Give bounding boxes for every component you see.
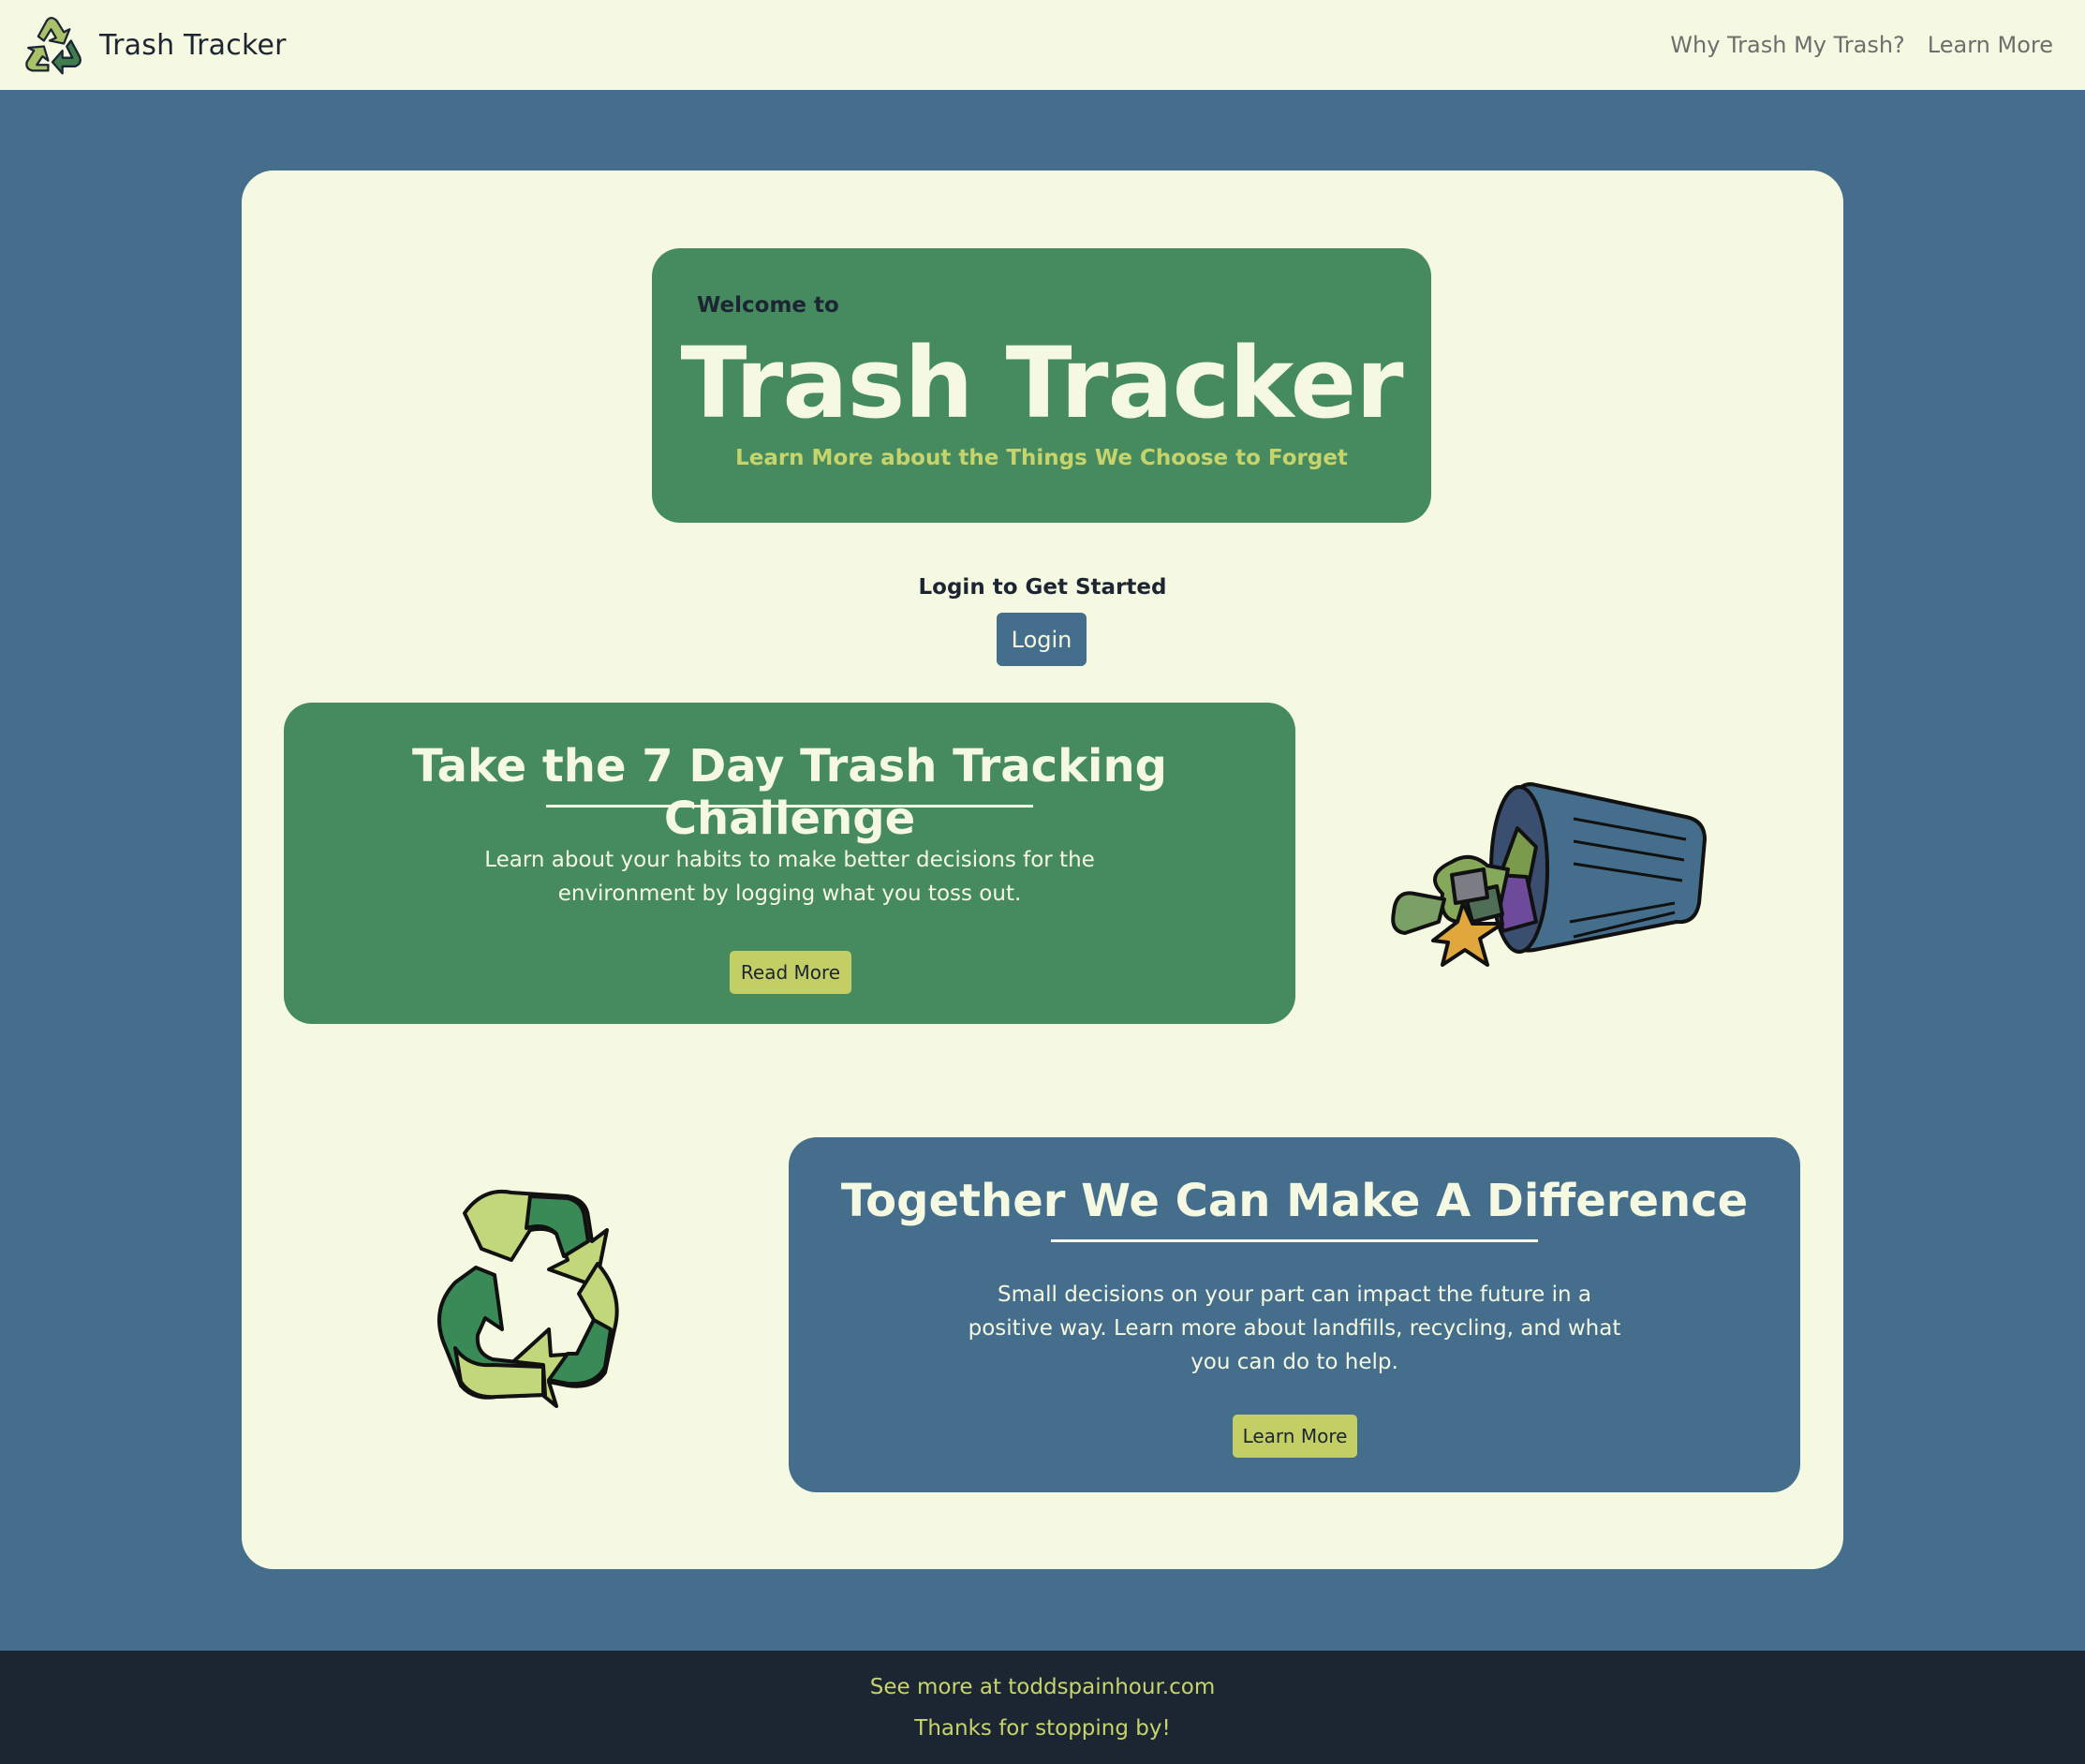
challenge-body-line: Learn about your habits to make better d… — [484, 848, 1095, 872]
trashcan-icon — [1391, 782, 1707, 967]
challenge-body: Learn about your habits to make better d… — [284, 843, 1295, 911]
learn-more-button[interactable]: Learn More — [1233, 1415, 1357, 1458]
difference-body-line: positive way. Learn more about landfills… — [968, 1316, 1621, 1341]
nav-links: Why Trash My Trash? Learn More — [1670, 32, 2053, 58]
recycle-icon — [437, 1190, 619, 1408]
difference-body-line: Small decisions on your part can impact … — [998, 1282, 1591, 1307]
nav-link-learn-more[interactable]: Learn More — [1928, 32, 2053, 58]
challenge-divider — [546, 805, 1033, 808]
brand-link[interactable]: Trash Tracker — [17, 9, 287, 81]
challenge-title: Take the 7 Day Trash Tracking Challenge — [412, 740, 1167, 845]
navbar: Trash Tracker Why Trash My Trash? Learn … — [0, 0, 2085, 90]
nav-link-why-trash[interactable]: Why Trash My Trash? — [1670, 32, 1905, 58]
difference-card: Together We Can Make A Difference Small … — [789, 1137, 1800, 1492]
brand-text: Trash Tracker — [99, 28, 287, 62]
footer: See more at toddspainhour.com Thanks for… — [0, 1651, 2085, 1764]
difference-body-line: you can do to help. — [1190, 1350, 1398, 1374]
hero-banner: Welcome to Trash Tracker Learn More abou… — [652, 248, 1431, 523]
challenge-body-line: environment by logging what you toss out… — [557, 882, 1022, 906]
recycle-icon — [25, 16, 81, 75]
main-card: Welcome to Trash Tracker Learn More abou… — [242, 170, 1843, 1569]
hero-title: Trash Tracker — [680, 326, 1404, 440]
login-label: Login to Get Started — [918, 575, 1167, 600]
difference-title: Together We Can Make A Difference — [840, 1175, 1749, 1227]
hero-subtitle: Learn More about the Things We Choose to… — [735, 446, 1348, 470]
footer-thanks: Thanks for stopping by! — [914, 1716, 1171, 1741]
difference-body: Small decisions on your part can impact … — [789, 1278, 1800, 1379]
read-more-button[interactable]: Read More — [730, 951, 851, 994]
hero-pretitle: Welcome to — [697, 293, 839, 318]
login-button[interactable]: Login — [997, 613, 1087, 666]
challenge-card: Take the 7 Day Trash Tracking Challenge … — [284, 703, 1295, 1024]
difference-divider — [1051, 1239, 1538, 1242]
footer-link[interactable]: See more at toddspainhour.com — [0, 1675, 2085, 1699]
